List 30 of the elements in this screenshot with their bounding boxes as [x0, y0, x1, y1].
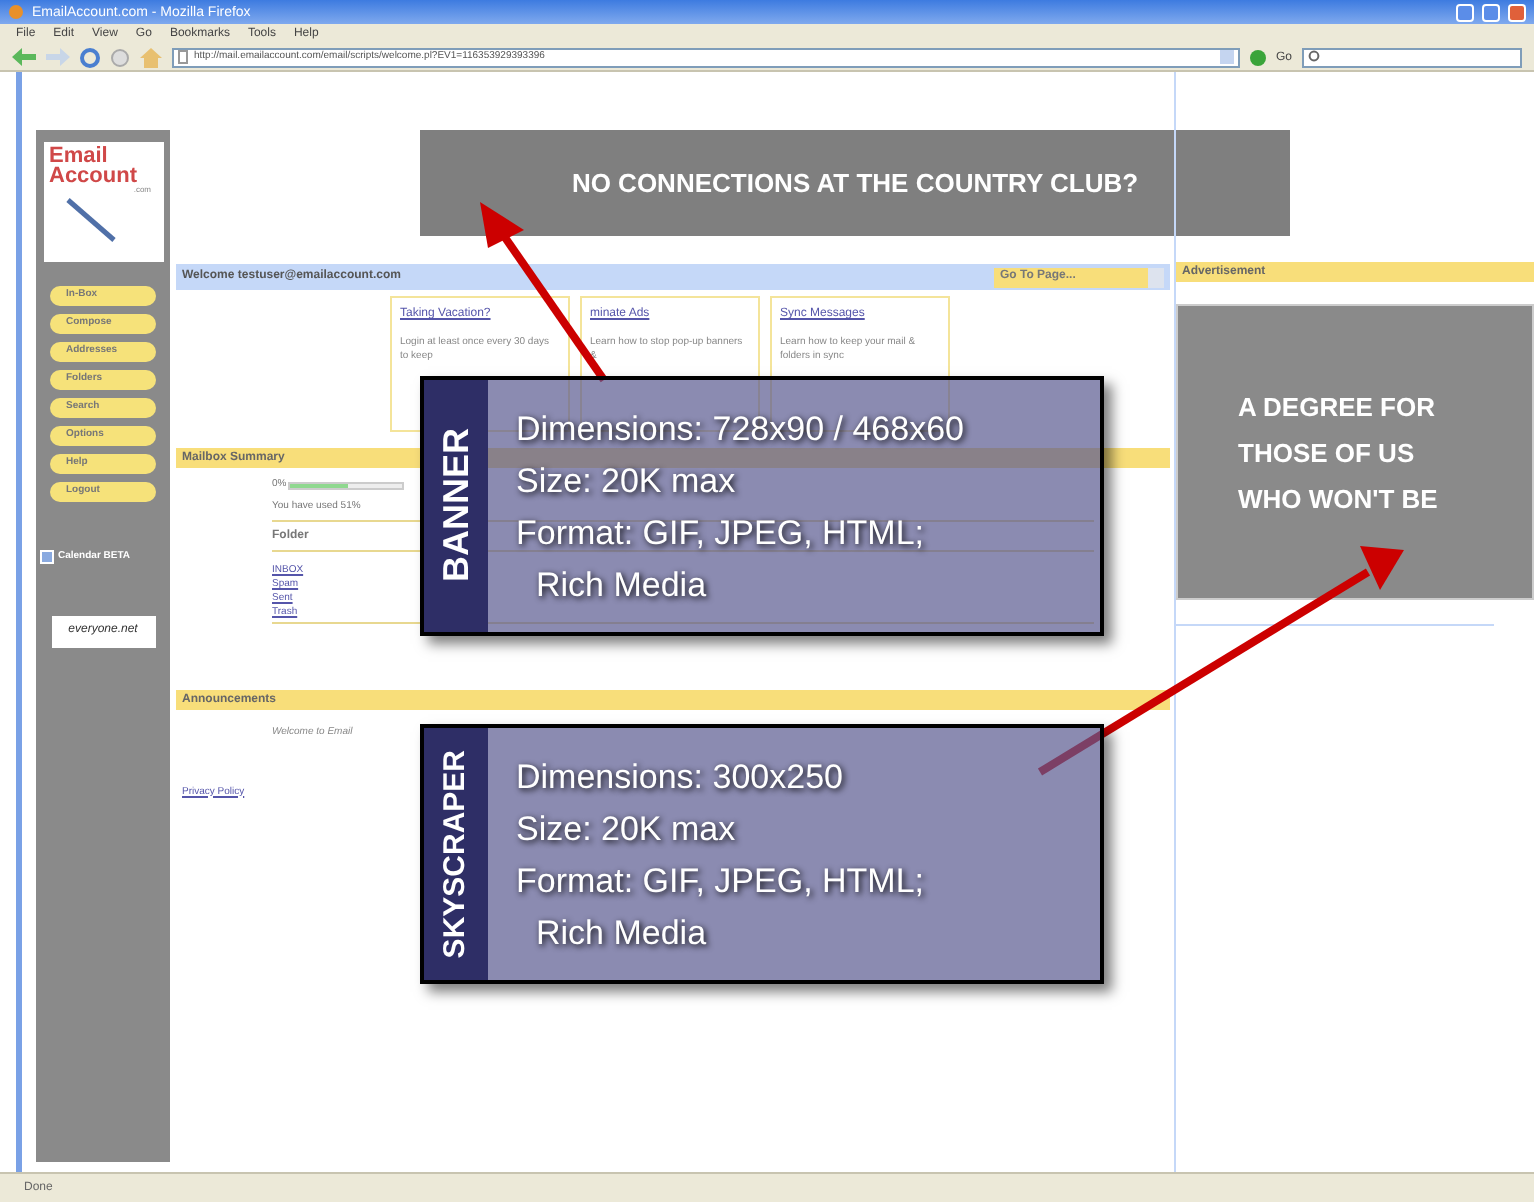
ad-text: A DEGREE FOR THOSE OF US WHO WON'T BE	[1238, 389, 1438, 517]
minimize-icon[interactable]	[1456, 3, 1474, 21]
pen-icon	[65, 198, 117, 242]
stop-icon[interactable]	[110, 47, 130, 67]
callout-text: Format: GIF, JPEG, HTML;	[516, 860, 927, 904]
dropdown-icon[interactable]	[1219, 50, 1234, 64]
maximize-icon[interactable]	[1482, 3, 1500, 21]
browser-icon	[8, 4, 24, 20]
page-icon	[178, 50, 188, 64]
home-icon[interactable]	[140, 47, 162, 67]
callout-text: Rich Media	[534, 564, 709, 608]
callout-text: Dimensions: 300x250	[516, 756, 845, 800]
go-icon[interactable]	[1249, 49, 1266, 65]
close-icon[interactable]	[1508, 3, 1526, 21]
back-icon[interactable]	[12, 48, 36, 66]
search-icon	[1308, 50, 1322, 64]
callout-text: Size: 20K max	[516, 460, 738, 504]
callout-label: BANNER	[433, 428, 477, 583]
banner-ad[interactable]: NO CONNECTIONS AT THE COUNTRY CLUB?	[420, 130, 1290, 236]
callout-text: Rich Media	[534, 912, 709, 956]
callout-label: SKYSCRAPER	[435, 749, 474, 959]
callout-text: Size: 20K max	[516, 808, 738, 852]
callout-text: Format: GIF, JPEG, HTML;	[516, 512, 927, 556]
reload-icon[interactable]	[80, 47, 100, 67]
logo-text: Account	[49, 166, 137, 186]
search-field[interactable]	[1302, 47, 1522, 67]
logo-text: Email	[49, 146, 108, 166]
callout-text: Dimensions: 728x90 / 468x60	[516, 408, 966, 452]
caret-icon	[1148, 267, 1164, 287]
calendar-icon	[40, 550, 54, 565]
